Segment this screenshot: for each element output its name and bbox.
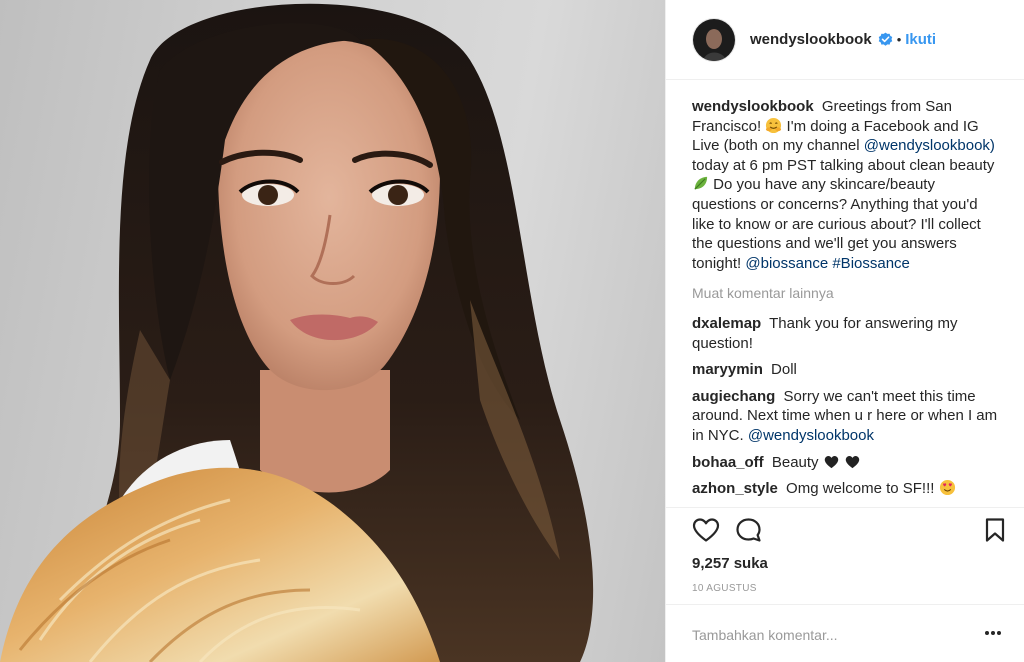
comment-username[interactable]: maryymin — [692, 361, 763, 378]
leaf-emoji-icon — [694, 177, 708, 190]
comment: azhon_style Omg welcome to SF!!! — [692, 479, 1002, 499]
comment: maryymin Doll — [692, 360, 1002, 380]
comment-username[interactable]: dxalemap — [692, 315, 761, 332]
verified-badge-icon — [878, 32, 892, 46]
black-heart-emoji-icon — [824, 455, 838, 468]
bookmark-icon[interactable] — [984, 517, 1006, 543]
likes-count[interactable]: 9,257 suka — [692, 555, 768, 572]
caption-mention-biossance[interactable]: @biossance — [745, 255, 828, 272]
comment: dxalemap Thank you for answering my ques… — [692, 314, 1002, 353]
comment-username[interactable]: augiechang — [692, 388, 775, 405]
caption: wendyslookbook Greetings from San Franci… — [692, 97, 1002, 273]
instagram-post: wendyslookbook • Ikuti wendyslookbook Gr… — [0, 0, 1024, 662]
portrait-image — [0, 3, 594, 662]
speech-bubble-icon[interactable] — [735, 517, 763, 543]
header-username[interactable]: wendyslookbook — [750, 31, 872, 48]
post-header: wendyslookbook • Ikuti — [666, 0, 1024, 80]
action-bar — [666, 507, 1024, 543]
caption-text-3: today at 6 pm PST talking about clean be… — [692, 156, 995, 174]
comment-text: Omg welcome to SF!!! — [786, 480, 935, 498]
comment-username[interactable]: bohaa_off — [692, 454, 764, 471]
heart-eyes-emoji-icon — [939, 480, 955, 496]
post-sidebar: wendyslookbook • Ikuti wendyslookbook Gr… — [665, 0, 1024, 662]
comment-text: Beauty — [771, 453, 819, 471]
black-heart-emoji-icon — [845, 455, 860, 468]
load-more-comments-button[interactable]: Muat komentar lainnya — [692, 284, 1002, 304]
caption-mention-wendyslookbook[interactable]: @wendyslookbook) — [864, 137, 995, 154]
comment-text: Doll — [771, 361, 797, 379]
post-photo[interactable] — [0, 0, 665, 662]
hugging-face-emoji-icon — [766, 117, 782, 133]
comment-username[interactable]: azhon_style — [692, 480, 778, 497]
comment-mention[interactable]: @wendyslookbook — [748, 427, 874, 444]
comment-input[interactable]: Tambahkan komentar... — [692, 627, 838, 643]
comment: augiechang Sorry we can't meet this time… — [692, 387, 1002, 446]
add-comment-box[interactable]: Tambahkan komentar... — [666, 604, 1024, 662]
ellipsis-icon[interactable] — [984, 630, 1002, 636]
follow-button[interactable]: Ikuti — [905, 31, 936, 48]
heart-outline-icon[interactable] — [692, 517, 720, 543]
header-separator: • — [896, 32, 902, 47]
avatar[interactable] — [692, 17, 736, 62]
comments-section[interactable]: wendyslookbook Greetings from San Franci… — [692, 97, 1002, 507]
caption-username[interactable]: wendyslookbook — [692, 98, 814, 115]
caption-hashtag[interactable]: #Biossance — [832, 255, 910, 272]
post-date[interactable]: 10 AGUSTUS — [692, 583, 757, 594]
comment: bohaa_off Beauty — [692, 453, 1002, 473]
